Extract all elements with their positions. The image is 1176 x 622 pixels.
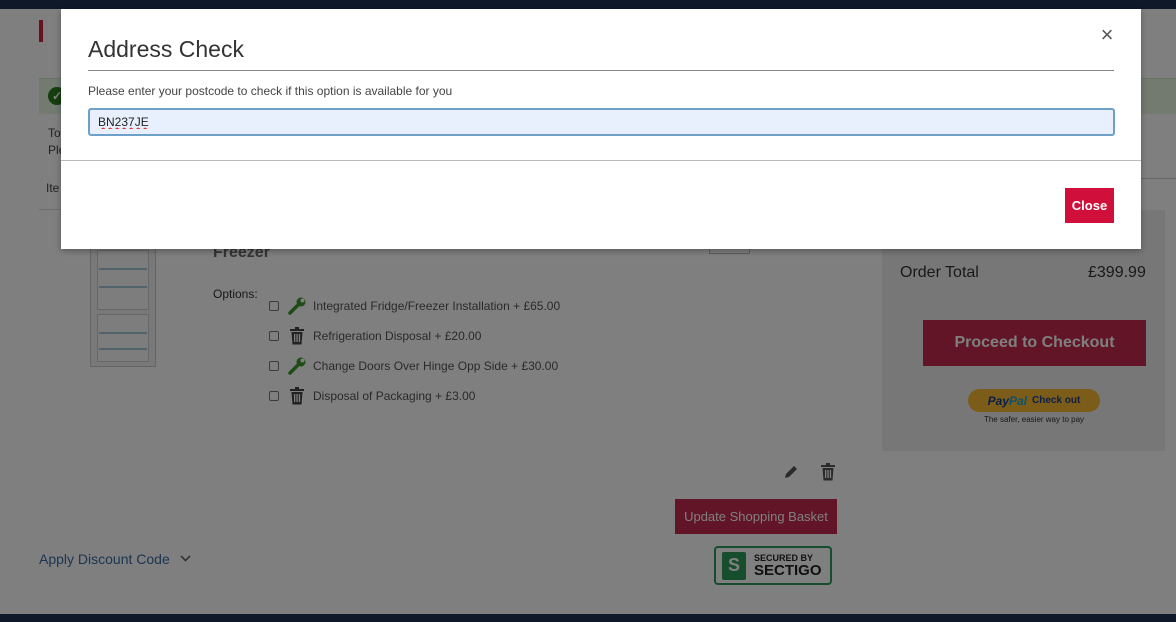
- modal-title: Address Check: [88, 36, 244, 62]
- modal-title-divider: [88, 70, 1114, 71]
- address-check-modal: Address Check × Please enter your postco…: [61, 9, 1141, 249]
- close-button[interactable]: Close: [1065, 188, 1114, 223]
- modal-footer-divider: [61, 160, 1141, 161]
- close-icon[interactable]: ×: [1097, 24, 1117, 46]
- modal-description: Please enter your postcode to check if t…: [88, 84, 453, 98]
- postcode-input[interactable]: [88, 108, 1115, 136]
